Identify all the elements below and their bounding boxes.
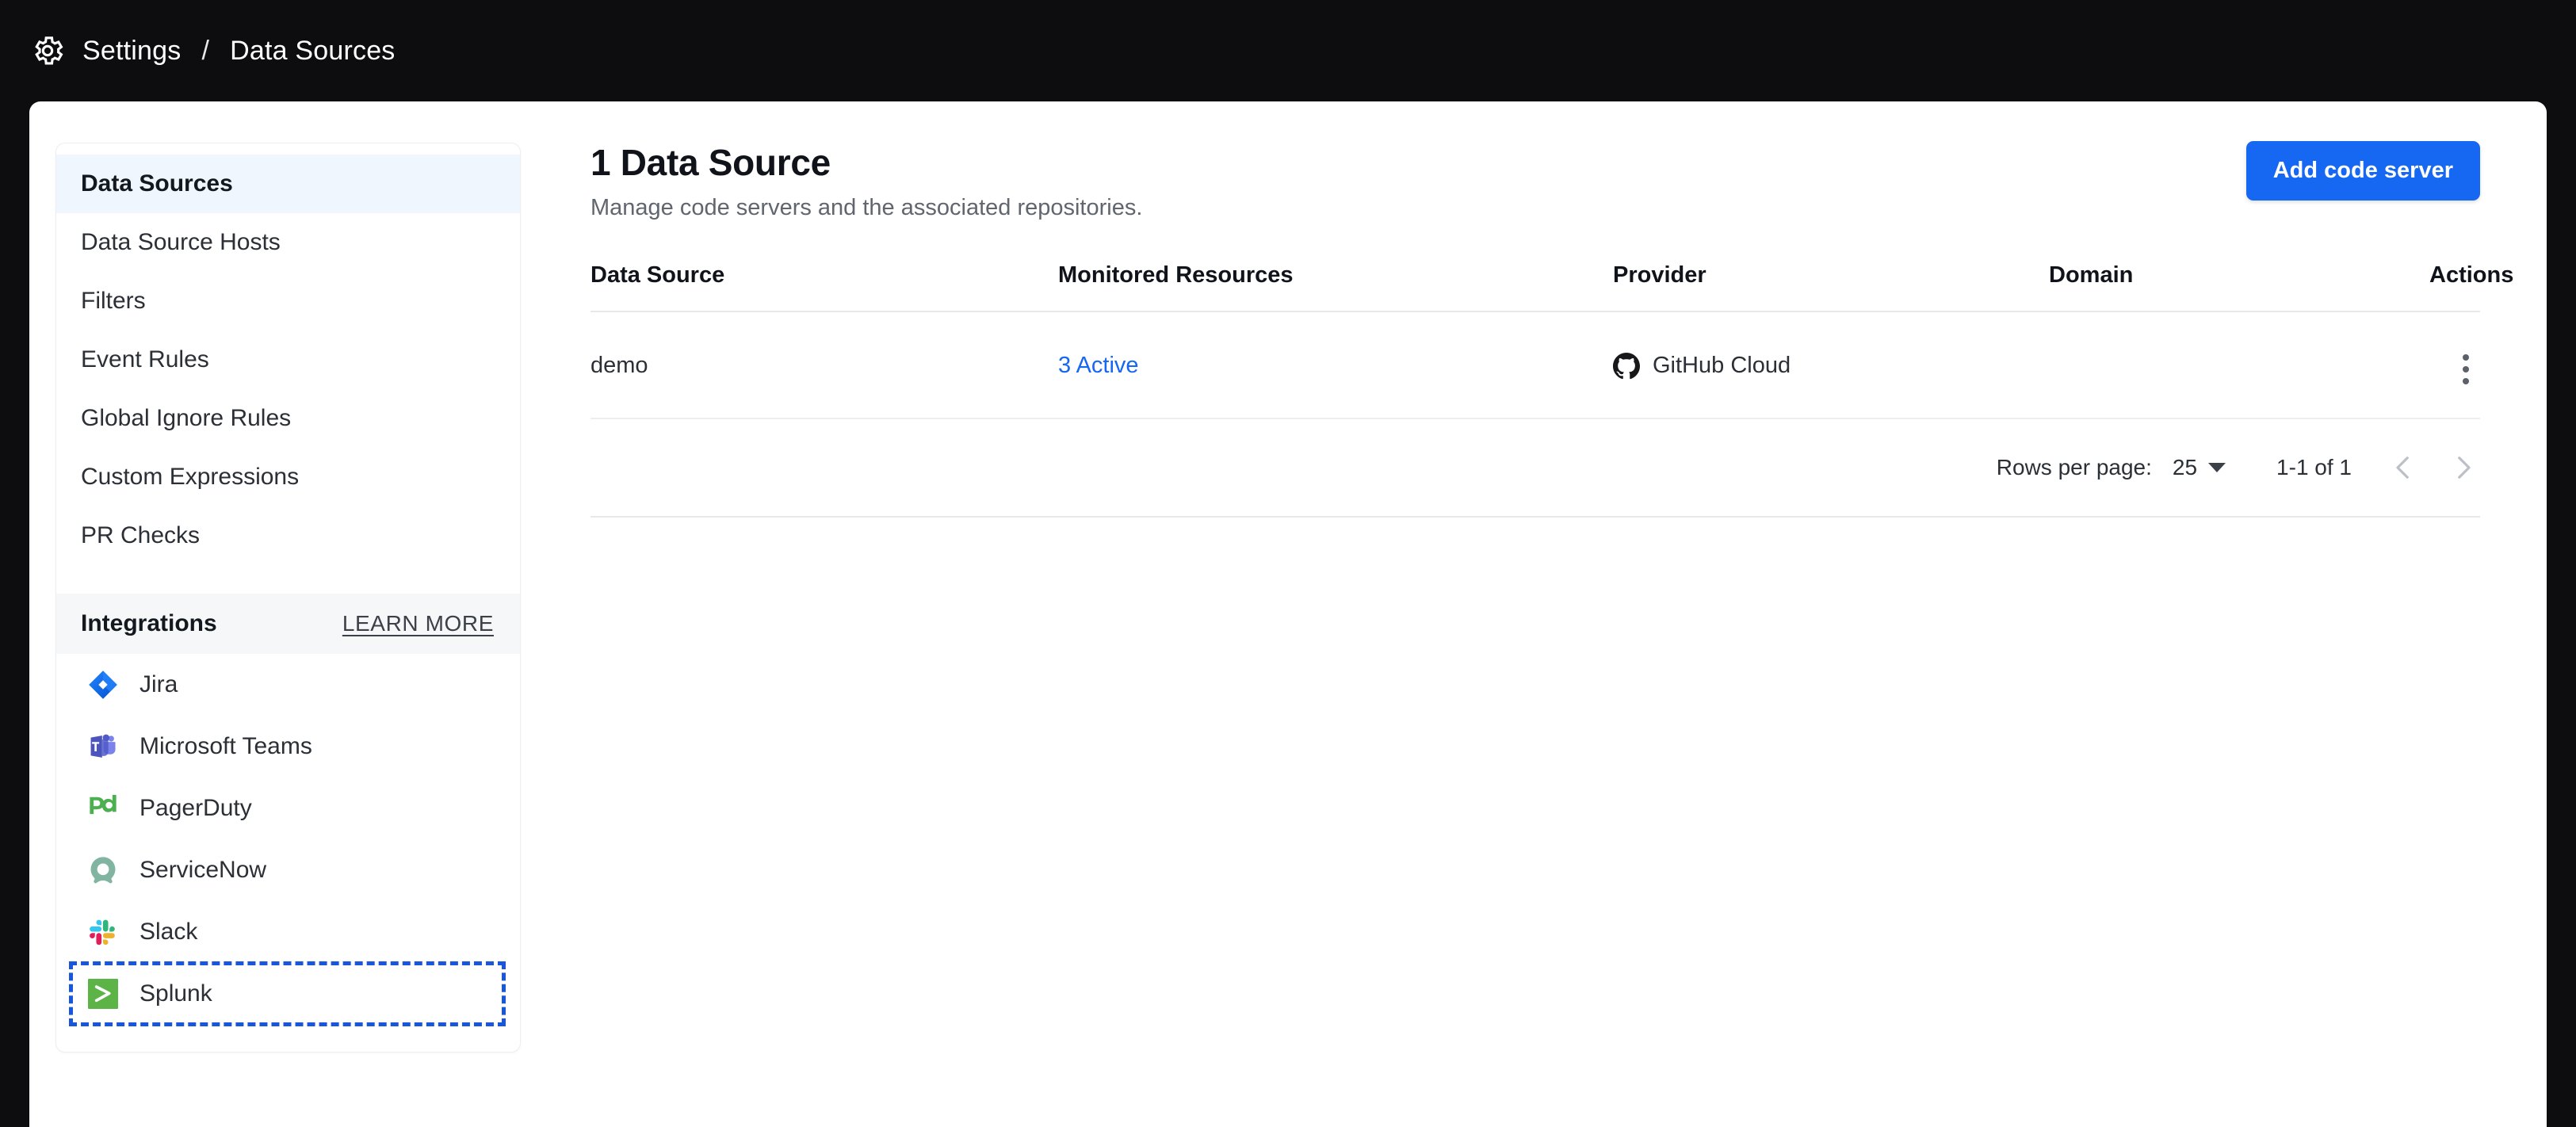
cell-provider: GitHub Cloud bbox=[1613, 311, 2049, 419]
column-header-monitored-resources: Monitored Resources bbox=[1058, 262, 1613, 312]
kebab-dot bbox=[2463, 378, 2469, 384]
table-row: demo 3 Active GitHub Cloud bbox=[590, 311, 2480, 419]
sidebar-item-label: Data Sources bbox=[81, 170, 233, 197]
integration-item-jira[interactable]: Jira bbox=[56, 654, 520, 716]
integration-item-label: ServiceNow bbox=[140, 857, 267, 883]
integration-item-label: PagerDuty bbox=[140, 795, 252, 821]
column-header-actions: Actions bbox=[2429, 262, 2513, 312]
previous-page-button[interactable] bbox=[2387, 451, 2420, 484]
integration-item-pagerduty[interactable]: PagerDuty bbox=[56, 777, 520, 839]
breadcrumb-bar: Settings / Data Sources bbox=[0, 0, 2576, 101]
kebab-menu-icon[interactable] bbox=[2452, 348, 2480, 391]
kebab-dot bbox=[2463, 354, 2469, 361]
servicenow-icon bbox=[90, 857, 116, 884]
integration-item-label: Microsoft Teams bbox=[140, 733, 312, 759]
page-title: 1 Data Source bbox=[590, 142, 831, 183]
integration-item-label: Splunk bbox=[140, 980, 212, 1007]
sidebar-item-pr-checks[interactable]: PR Checks bbox=[56, 506, 520, 565]
integration-item-label: Slack bbox=[140, 919, 198, 945]
sidebar-item-event-rules[interactable]: Event Rules bbox=[56, 330, 520, 389]
chevron-right-icon bbox=[2458, 457, 2471, 479]
settings-sidebar: Data Sources Data Source Hosts Filters E… bbox=[29, 101, 521, 1127]
provider-label: GitHub Cloud bbox=[1653, 353, 1791, 378]
provider-value: GitHub Cloud bbox=[1613, 352, 2049, 380]
column-header-data-source: Data Source bbox=[590, 262, 1058, 312]
pagination-range: 1-1 of 1 bbox=[2276, 455, 2352, 479]
sidebar-item-label: Global Ignore Rules bbox=[81, 405, 292, 431]
integrations-title: Integrations bbox=[81, 610, 217, 636]
cell-data-source: demo bbox=[590, 311, 1058, 419]
column-header-domain: Domain bbox=[2049, 262, 2429, 312]
github-icon bbox=[1613, 352, 1640, 379]
rows-per-page-value: 25 bbox=[2172, 455, 2198, 479]
breadcrumb-separator: / bbox=[201, 35, 210, 66]
pagination-bar: Rows per page: 25 1-1 of 1 bbox=[590, 419, 2480, 518]
slack-icon bbox=[90, 919, 115, 946]
data-sources-table: Data Source Monitored Resources Provider… bbox=[590, 262, 2513, 419]
breadcrumb-current: Data Sources bbox=[230, 35, 396, 66]
main-header: 1 Data Source Manage code servers and th… bbox=[590, 141, 2480, 221]
rows-per-page-label: Rows per page: bbox=[1996, 455, 2152, 479]
integrations-learn-more-link[interactable]: LEARN MORE bbox=[342, 611, 494, 636]
microsoft-teams-icon bbox=[90, 734, 116, 758]
sidebar-item-data-sources[interactable]: Data Sources bbox=[56, 155, 520, 213]
sidebar-item-global-ignore-rules[interactable]: Global Ignore Rules bbox=[56, 389, 520, 448]
splunk-icon bbox=[88, 979, 118, 1009]
monitored-resources-link[interactable]: 3 Active bbox=[1058, 353, 1139, 378]
cell-actions bbox=[2429, 311, 2480, 419]
page-subtitle: Manage code servers and the associated r… bbox=[590, 195, 1143, 220]
sidebar-item-label: Filters bbox=[81, 288, 146, 314]
cell-domain bbox=[2049, 311, 2429, 419]
sidebar-item-label: PR Checks bbox=[81, 522, 201, 548]
chevron-down-icon bbox=[2208, 463, 2226, 472]
rows-per-page-select[interactable]: 25 bbox=[2173, 455, 2226, 480]
table-header: Data Source Monitored Resources Provider… bbox=[590, 262, 2513, 312]
table-body: demo 3 Active GitHub Cloud bbox=[590, 311, 2480, 419]
cell-monitored-resources: 3 Active bbox=[1058, 311, 1613, 419]
main-content: 1 Data Source Manage code servers and th… bbox=[521, 101, 2547, 1127]
integration-item-servicenow[interactable]: ServiceNow bbox=[56, 839, 520, 901]
column-header-provider: Provider bbox=[1613, 262, 2049, 312]
integration-item-splunk[interactable]: Splunk bbox=[69, 961, 506, 1026]
sidebar-item-data-source-hosts[interactable]: Data Source Hosts bbox=[56, 213, 520, 272]
sidebar-item-label: Data Source Hosts bbox=[81, 229, 281, 255]
breadcrumb-root[interactable]: Settings bbox=[82, 36, 181, 67]
add-code-server-button[interactable]: Add code server bbox=[2245, 141, 2480, 201]
table-header-row: Data Source Monitored Resources Provider… bbox=[590, 262, 2513, 312]
settings-nav-card: Data Sources Data Source Hosts Filters E… bbox=[55, 143, 521, 1053]
jira-icon bbox=[89, 670, 117, 699]
kebab-dot bbox=[2463, 366, 2469, 372]
sidebar-item-label: Custom Expressions bbox=[81, 464, 300, 490]
gear-icon[interactable] bbox=[30, 33, 65, 68]
sidebar-item-label: Event Rules bbox=[81, 346, 209, 372]
pagerduty-icon bbox=[90, 795, 117, 815]
integration-item-slack[interactable]: Slack bbox=[56, 901, 520, 963]
integrations-header: Integrations LEARN MORE bbox=[56, 594, 520, 654]
sidebar-item-filters[interactable]: Filters bbox=[56, 272, 520, 330]
integration-item-microsoft-teams[interactable]: Microsoft Teams bbox=[56, 716, 520, 777]
integration-item-label: Jira bbox=[140, 671, 178, 697]
page-card: Data Sources Data Source Hosts Filters E… bbox=[29, 101, 2547, 1127]
chevron-left-icon bbox=[2396, 457, 2409, 479]
next-page-button[interactable] bbox=[2447, 451, 2480, 484]
page-heading-block: 1 Data Source Manage code servers and th… bbox=[590, 141, 1142, 221]
sidebar-item-custom-expressions[interactable]: Custom Expressions bbox=[56, 448, 520, 506]
